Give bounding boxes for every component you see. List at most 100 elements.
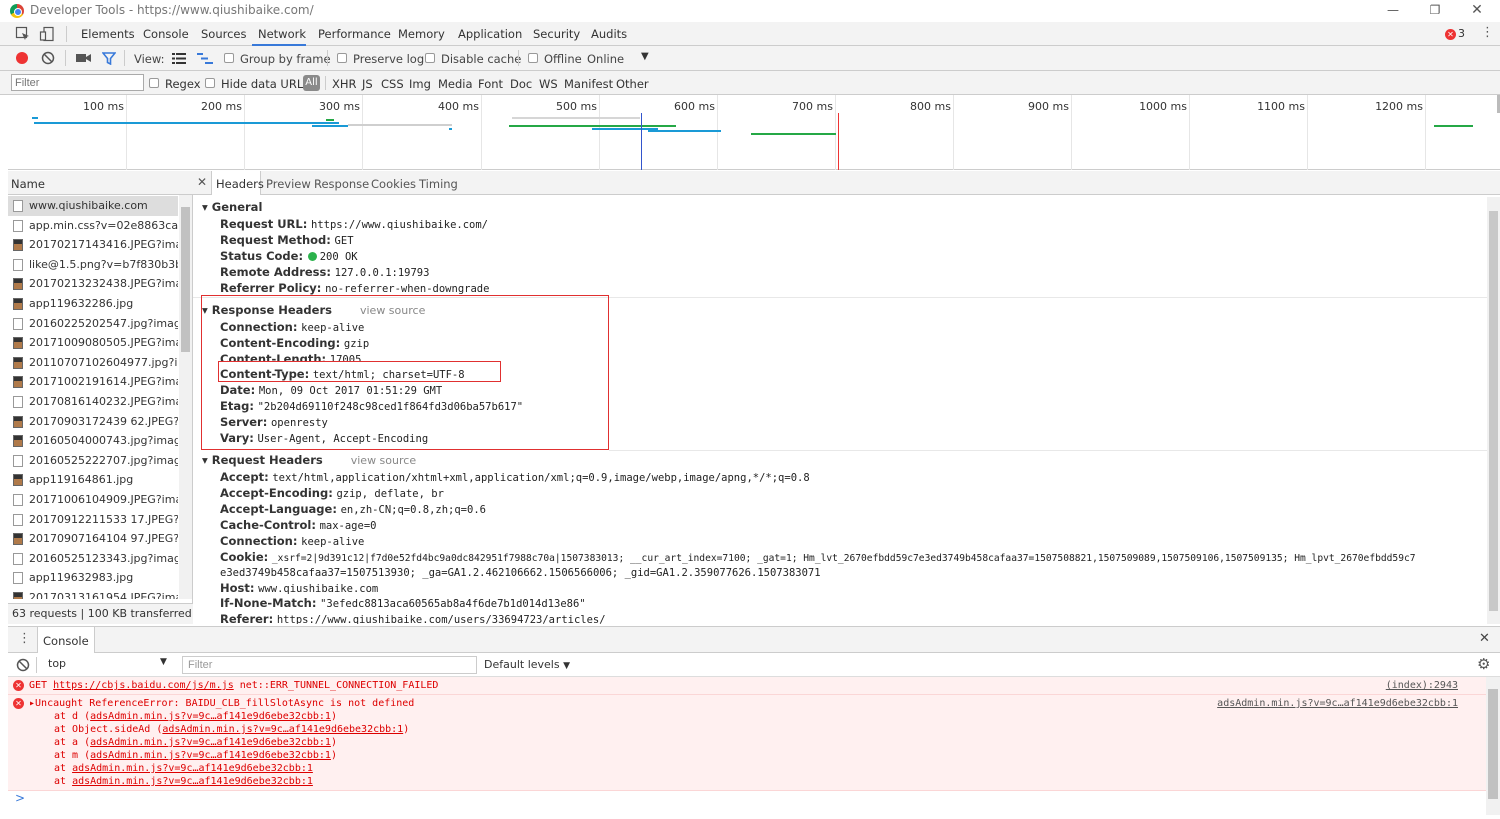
type-filter-all[interactable]: All (303, 75, 320, 91)
request-row[interactable]: app119632286.jpg (8, 294, 178, 314)
preserve-log-checkbox[interactable] (337, 53, 347, 63)
tab-headers[interactable]: Headers (216, 177, 264, 191)
request-headers-section-header[interactable]: ▾ Request Headers view source (202, 453, 416, 467)
tab-cookies[interactable]: Cookies (371, 177, 416, 191)
request-list-scrollbar[interactable] (179, 195, 192, 599)
throttling-select[interactable]: Online (587, 52, 624, 66)
close-window-icon[interactable]: ✕ (1462, 1, 1492, 19)
request-row[interactable]: like@1.5.png?v=b7f830b3bb9 (8, 255, 178, 275)
request-row[interactable]: 20160525222707.jpg?imageVi (8, 451, 178, 471)
clear-console-icon[interactable] (16, 658, 30, 672)
offline-checkbox[interactable] (528, 53, 538, 63)
request-row[interactable]: 20170912211533 17.JPEG?imag (8, 510, 178, 530)
restore-icon[interactable]: ❐ (1420, 1, 1450, 19)
request-row[interactable]: 20160225202547.jpg?imageVi (8, 314, 178, 334)
console-prompt[interactable]: > (15, 791, 25, 805)
request-row[interactable]: 20170313161954.JPEG?image (8, 588, 178, 599)
tab-console[interactable]: Console (143, 27, 189, 41)
console-drawer-tab[interactable]: Console (43, 634, 89, 648)
stack-link[interactable]: adsAdmin.min.js?v=9c…af141e9d6ebe32cbb:1 (72, 776, 313, 787)
close-details-icon[interactable]: ✕ (197, 175, 207, 189)
request-row[interactable]: 20110707102604977.jpg?imag (8, 353, 178, 373)
view-source-link[interactable]: view source (360, 304, 425, 317)
tab-sources[interactable]: Sources (201, 27, 247, 41)
type-filter-ws[interactable]: WS (539, 77, 558, 91)
type-filter-doc[interactable]: Doc (510, 77, 532, 91)
tab-network[interactable]: Network (258, 27, 306, 41)
tab-audits[interactable]: Audits (591, 27, 627, 41)
inspect-element-icon[interactable] (15, 26, 31, 42)
details-scrollbar[interactable] (1487, 197, 1500, 624)
console-scrollbar[interactable] (1486, 677, 1500, 815)
error-count-icon[interactable]: ✕ (1445, 29, 1456, 40)
disable-cache-checkbox[interactable] (425, 53, 435, 63)
request-row[interactable]: 20171002191614.JPEG?image (8, 372, 178, 392)
console-filter-input[interactable]: Filter (182, 656, 477, 674)
network-filter-input[interactable] (11, 74, 144, 91)
group-by-frame-checkbox[interactable] (224, 53, 234, 63)
request-row[interactable]: 20171006104909.JPEG?image (8, 490, 178, 510)
request-row[interactable]: app119164861.jpg (8, 470, 178, 490)
minimize-icon[interactable]: — (1378, 1, 1408, 19)
type-filter-font[interactable]: Font (478, 77, 503, 91)
close-drawer-icon[interactable]: ✕ (1479, 631, 1490, 646)
error-source-link[interactable]: adsAdmin.min.js?v=9c…af141e9d6ebe32cbb:1 (1158, 698, 1458, 709)
request-row[interactable]: 20160504000743.jpg?imageVi (8, 431, 178, 451)
tab-timing[interactable]: Timing (419, 177, 458, 191)
record-icon[interactable] (16, 52, 28, 64)
request-row[interactable]: www.qiushibaike.com (8, 196, 178, 216)
hide-data-urls-checkbox[interactable] (205, 78, 215, 88)
device-toolbar-icon[interactable] (39, 26, 55, 42)
request-row[interactable]: 20170213232438.JPEG?image (8, 274, 178, 294)
stack-link[interactable]: adsAdmin.min.js?v=9c…af141e9d6ebe32cbb:1 (162, 724, 403, 735)
request-row[interactable]: 20170907164104 97.JPEG?imag (8, 529, 178, 549)
network-overview-timeline[interactable]: 100 ms 200 ms 300 ms 400 ms 500 ms 600 m… (8, 95, 1500, 170)
stack-link[interactable]: adsAdmin.min.js?v=9c…af141e9d6ebe32cbb:1 (90, 737, 331, 748)
type-filter-css[interactable]: CSS (381, 77, 404, 91)
type-filter-manifest[interactable]: Manifest (564, 77, 613, 91)
tab-application[interactable]: Application (458, 27, 522, 41)
clear-icon[interactable] (41, 51, 55, 65)
request-row[interactable]: 20170903172439 62.JPEG?imag (8, 412, 178, 432)
type-filter-xhr[interactable]: XHR (332, 77, 357, 91)
type-filter-js[interactable]: JS (362, 77, 373, 91)
tab-preview[interactable]: Preview (266, 177, 311, 191)
scrollbar-thumb[interactable] (1489, 211, 1498, 611)
request-row[interactable]: 20170217143416.JPEG?image (8, 235, 178, 255)
waterfall-overview-icon[interactable] (197, 53, 213, 64)
large-rows-icon[interactable] (172, 53, 186, 64)
request-row[interactable]: app.min.css?v=02e8863cad2a (8, 216, 178, 236)
drawer-menu-icon[interactable]: ⋮ (18, 631, 31, 646)
tab-security[interactable]: Security (533, 27, 580, 41)
name-column-header[interactable]: Name (8, 171, 193, 195)
error-url-link[interactable]: https://cbjs.baidu.com/js/m.js (53, 680, 234, 691)
capture-screenshots-icon[interactable] (76, 52, 92, 64)
regex-checkbox[interactable] (149, 78, 159, 88)
error-source-link[interactable]: (index):2943 (1258, 680, 1458, 691)
request-row[interactable]: 20160525123343.jpg?imageVi (8, 549, 178, 569)
scrollbar-thumb[interactable] (1488, 689, 1498, 799)
type-filter-img[interactable]: Img (409, 77, 431, 91)
log-levels-select[interactable]: Default levels ▼ (484, 658, 570, 671)
tab-response[interactable]: Response (314, 177, 369, 191)
tab-memory[interactable]: Memory (398, 27, 445, 41)
general-section-header[interactable]: ▾ General (202, 200, 262, 214)
type-filter-other[interactable]: Other (616, 77, 649, 91)
scrollbar-thumb[interactable] (181, 207, 190, 352)
request-row[interactable]: app119632983.jpg (8, 568, 178, 588)
context-select[interactable]: top ▼ (40, 657, 170, 670)
error-message[interactable]: ▸Uncaught ReferenceError: BAIDU_CLB_fill… (29, 698, 414, 709)
response-headers-section-header[interactable]: ▾ Response Headers view source (202, 303, 425, 317)
more-menu-icon[interactable]: ⋮ (1481, 25, 1494, 40)
settings-gear-icon[interactable]: ⚙ (1477, 655, 1490, 673)
request-row[interactable]: 20170816140232.JPEG?image (8, 392, 178, 412)
tab-performance[interactable]: Performance (318, 27, 391, 41)
stack-link[interactable]: adsAdmin.min.js?v=9c…af141e9d6ebe32cbb:1 (72, 763, 313, 774)
tab-elements[interactable]: Elements (81, 27, 135, 41)
request-row[interactable]: 20171009080505.JPEG?image (8, 333, 178, 353)
type-filter-media[interactable]: Media (438, 77, 473, 91)
view-source-link[interactable]: view source (351, 454, 416, 467)
filter-icon[interactable] (102, 52, 116, 65)
throttling-dropdown-icon[interactable]: ▼ (641, 51, 649, 62)
stack-link[interactable]: adsAdmin.min.js?v=9c…af141e9d6ebe32cbb:1 (90, 750, 331, 761)
